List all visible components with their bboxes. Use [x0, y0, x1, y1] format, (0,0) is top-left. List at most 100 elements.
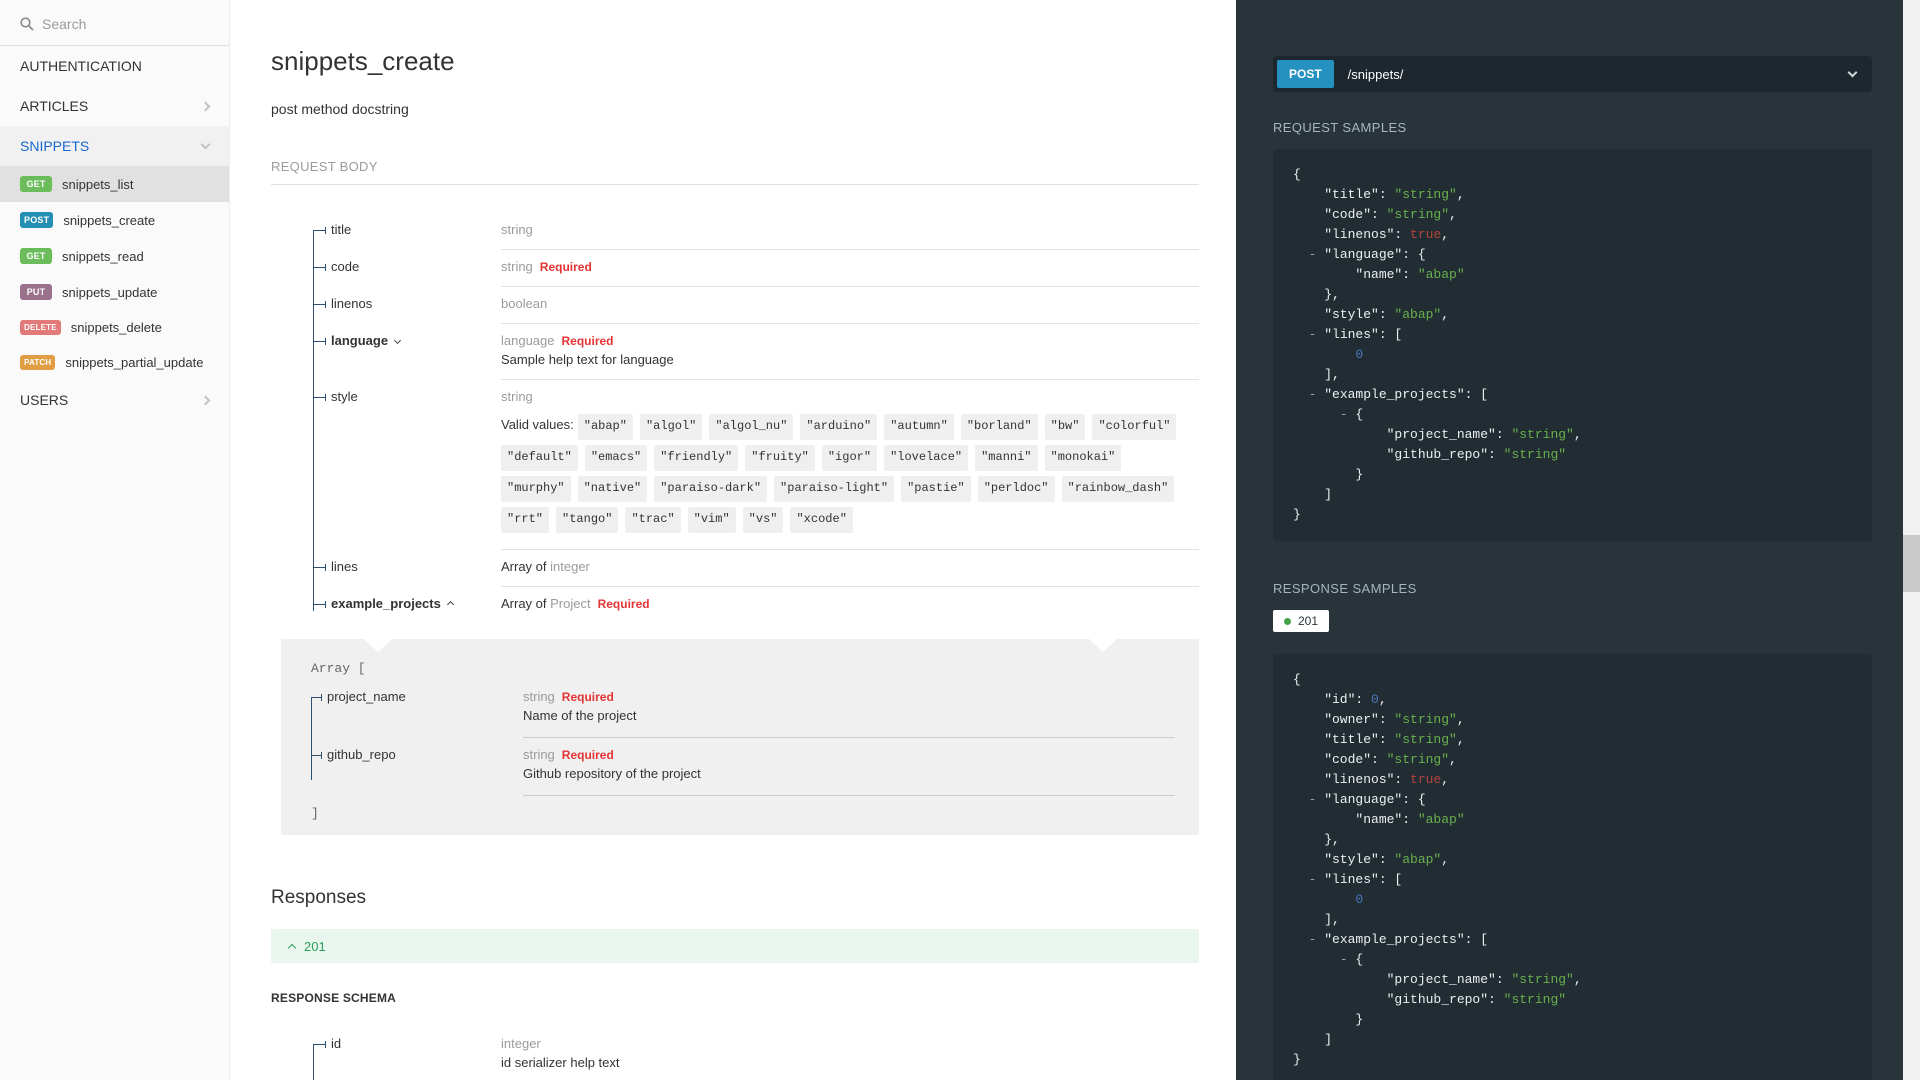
search-bar[interactable]: [0, 0, 229, 46]
search-icon: [20, 17, 34, 31]
array-item-panel: Array [ project_name string Required Name…: [281, 639, 1199, 835]
field-type: string: [501, 222, 533, 237]
sidebar: AUTHENTICATION ARTICLES SNIPPETS GET sni…: [0, 0, 230, 1080]
response-code: 201: [304, 938, 326, 954]
main-content: snippets_create post method docstring RE…: [231, 0, 1236, 1080]
field-name-expandable[interactable]: example_projects: [271, 587, 501, 623]
enum-value: "vs": [742, 507, 784, 533]
field-help: id serializer help text: [501, 1055, 620, 1070]
chevron-down-icon: [200, 139, 211, 150]
field-type: language: [501, 333, 555, 348]
valid-values-list: "abap" "algol" "algol_nu" "arduino" "autumn"…: [501, 414, 1183, 533]
panel-notch: [363, 639, 392, 652]
enum-value: "igor": [821, 445, 878, 471]
responses-heading: Responses: [271, 887, 367, 908]
sidebar-item-articles[interactable]: ARTICLES: [0, 86, 229, 126]
sidebar-item-label: SNIPPETS: [20, 138, 90, 154]
sidebar-op-snippets-read[interactable]: GET snippets_read: [0, 238, 229, 274]
field-row-lines: lines Array of integer: [271, 550, 1199, 587]
field-name: linenos: [271, 287, 501, 324]
array-open-bracket: Array [: [311, 661, 366, 676]
chevron-up-icon: [446, 600, 454, 608]
sidebar-item-label: AUTHENTICATION: [20, 58, 142, 74]
chevron-down-icon: [394, 336, 402, 344]
method-badge-delete: DELETE: [20, 320, 61, 335]
field-name: github_repo: [281, 738, 523, 796]
enum-value: "xcode": [790, 507, 853, 533]
field-row-github-repo: github_repo string Required Github reposi…: [281, 738, 1199, 796]
response-schema-label: RESPONSE SCHEMA: [271, 991, 397, 1005]
response-code: 201: [1298, 614, 1319, 628]
sidebar-item-label: USERS: [20, 392, 69, 408]
sidebar-op-snippets-create[interactable]: POST snippets_create: [0, 202, 229, 238]
sidebar-op-snippets-update[interactable]: PUT snippets_update: [0, 274, 229, 310]
field-row-example-projects: example_projects Array of Project Require…: [271, 587, 1199, 623]
required-flag: Required: [539, 260, 592, 274]
enum-value: "bw": [1044, 414, 1086, 440]
method-badge-post: POST: [1277, 60, 1334, 88]
endpoint-path: /snippets/: [1347, 66, 1404, 82]
valid-values-label: Valid values:: [501, 417, 574, 432]
sidebar-item-users[interactable]: USERS: [0, 380, 229, 420]
required-flag: Required: [561, 690, 614, 704]
required-flag: Required: [561, 748, 614, 762]
array-close-bracket: ]: [311, 806, 319, 821]
sidebar-item-authentication[interactable]: AUTHENTICATION: [0, 46, 229, 86]
response-sample-code: { "id": 0, "owner": "string", "title": "…: [1273, 654, 1872, 1080]
sidebar-op-snippets-partial-update[interactable]: PATCH snippets_partial_update: [0, 345, 229, 380]
enum-value: "default": [501, 445, 578, 471]
enum-value: "friendly": [654, 445, 739, 471]
request-body-label: REQUEST BODY: [271, 159, 1199, 185]
field-type: integer: [550, 559, 590, 574]
field-name: style: [271, 380, 501, 550]
sidebar-op-snippets-list[interactable]: GET snippets_list: [0, 166, 229, 202]
field-name: project_name: [281, 680, 523, 738]
status-dot-icon: [1284, 617, 1291, 625]
enum-value: "autumn": [884, 414, 954, 440]
field-type: string: [523, 689, 555, 704]
enum-value: "monokai": [1044, 445, 1122, 471]
response-samples-label: RESPONSE SAMPLES: [1273, 581, 1417, 596]
method-badge-post: POST: [20, 212, 54, 228]
search-input[interactable]: [42, 16, 192, 32]
page-scrollbar[interactable]: [1903, 0, 1920, 1080]
enum-value: "tango": [556, 507, 619, 533]
enum-value: "native": [577, 476, 648, 502]
page-title: snippets_create: [271, 46, 455, 76]
endpoint-dropdown[interactable]: POST /snippets/: [1273, 56, 1872, 92]
enum-value: "rrt": [501, 507, 550, 533]
response-201-banner[interactable]: 201: [271, 929, 1199, 963]
request-samples-label: REQUEST SAMPLES: [1273, 120, 1407, 135]
scrollbar-thumb[interactable]: [1903, 535, 1920, 592]
enum-value: "murphy": [501, 476, 571, 502]
field-name: title: [271, 213, 501, 250]
response-code-tab[interactable]: 201: [1273, 610, 1330, 632]
enum-value: "fruity": [745, 445, 815, 471]
enum-value: "colorful": [1092, 414, 1177, 440]
field-name-expandable[interactable]: language: [271, 324, 501, 380]
field-help: Name of the project: [523, 708, 637, 723]
method-badge-patch: PATCH: [20, 355, 56, 370]
enum-value: "rainbow_dash": [1061, 476, 1175, 502]
field-type: string: [523, 747, 555, 762]
field-row-linenos: linenos boolean: [271, 287, 1199, 324]
request-sample-code: { "title": "string", "code": "string", "…: [1273, 149, 1872, 541]
field-row-id: id integer id serializer help text: [271, 1027, 1199, 1080]
chevron-right-icon: [200, 395, 211, 405]
enum-value: "emacs": [584, 445, 648, 471]
chevron-right-icon: [200, 101, 211, 111]
enum-value: "algol": [639, 414, 703, 440]
enum-value: "perldoc": [977, 476, 1055, 502]
sidebar-item-snippets[interactable]: SNIPPETS: [0, 126, 229, 166]
chevron-down-icon[interactable]: [1847, 67, 1858, 77]
enum-value: "vim": [687, 507, 736, 533]
required-flag: Required: [561, 334, 614, 348]
field-help: Sample help text for language: [501, 352, 674, 367]
field-row-style: style string Valid values: "abap" "algol" "…: [271, 380, 1199, 550]
operation-label: snippets_read: [62, 248, 144, 264]
enum-value: "algol_nu": [709, 414, 794, 440]
sidebar-op-snippets-delete[interactable]: DELETE snippets_delete: [0, 310, 229, 345]
panel-notch: [1088, 639, 1117, 652]
sidebar-item-label: ARTICLES: [20, 98, 89, 114]
chevron-up-icon: [287, 943, 297, 952]
